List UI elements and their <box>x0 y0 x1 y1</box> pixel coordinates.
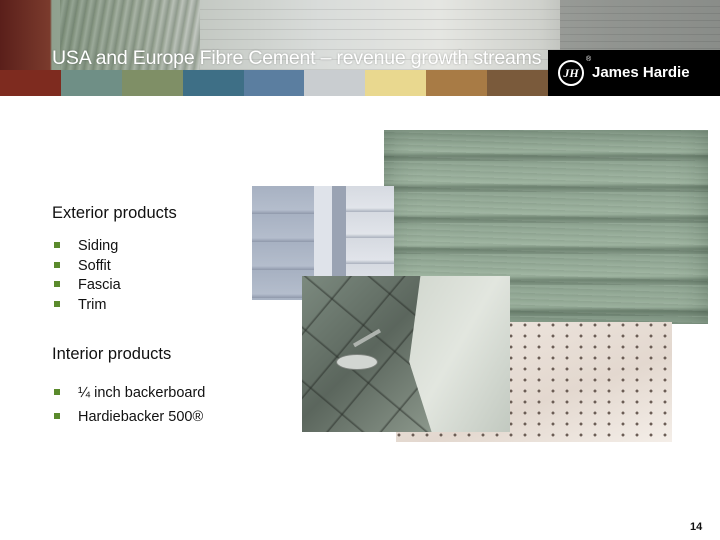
list-item: Siding <box>54 237 121 257</box>
color-swatch <box>426 70 488 96</box>
exterior-section: Exterior products <box>52 204 177 223</box>
bullet-icon <box>54 300 60 307</box>
interior-section: Interior products <box>52 345 171 364</box>
color-swatch <box>243 70 305 96</box>
color-swatch <box>182 70 244 96</box>
page-number: 14 <box>690 521 703 533</box>
shower-head-icon <box>336 354 378 370</box>
interior-heading: Interior products <box>52 345 172 363</box>
list-item: Fascia <box>54 276 121 296</box>
list-item: ¼ inch backerboard <box>54 381 205 405</box>
bullet-icon <box>54 242 60 248</box>
color-swatch <box>121 70 183 96</box>
bullet-icon <box>54 413 60 419</box>
registered-mark: ® <box>586 56 592 63</box>
color-swatch <box>304 70 366 96</box>
jh-monogram-icon: JH <box>558 60 584 86</box>
color-swatch <box>487 70 549 96</box>
list-item: Soffit <box>54 257 121 277</box>
exterior-heading: Exterior products <box>52 204 177 222</box>
bullet-icon <box>54 281 60 287</box>
slide-title: USA and Europe Fibre Cement – revenue gr… <box>52 47 542 69</box>
color-swatch <box>0 70 61 96</box>
backerboard-shower-photo <box>302 276 510 432</box>
color-swatch-strip <box>0 70 549 96</box>
exterior-list: Siding Soffit Fascia Trim <box>54 237 121 315</box>
color-swatch <box>365 70 427 96</box>
bullet-icon <box>54 261 60 268</box>
bullet-icon <box>54 389 60 395</box>
header-banner: USA and Europe Fibre Cement – revenue gr… <box>0 0 720 96</box>
list-item: Trim <box>54 296 121 316</box>
list-item: Hardiebacker 500® <box>54 405 205 429</box>
interior-list: ¼ inch backerboard Hardiebacker 500® <box>54 381 205 429</box>
logo-text: James Hardie <box>592 64 690 81</box>
color-swatch <box>60 70 122 96</box>
company-logo: JH ® James Hardie <box>548 50 720 96</box>
